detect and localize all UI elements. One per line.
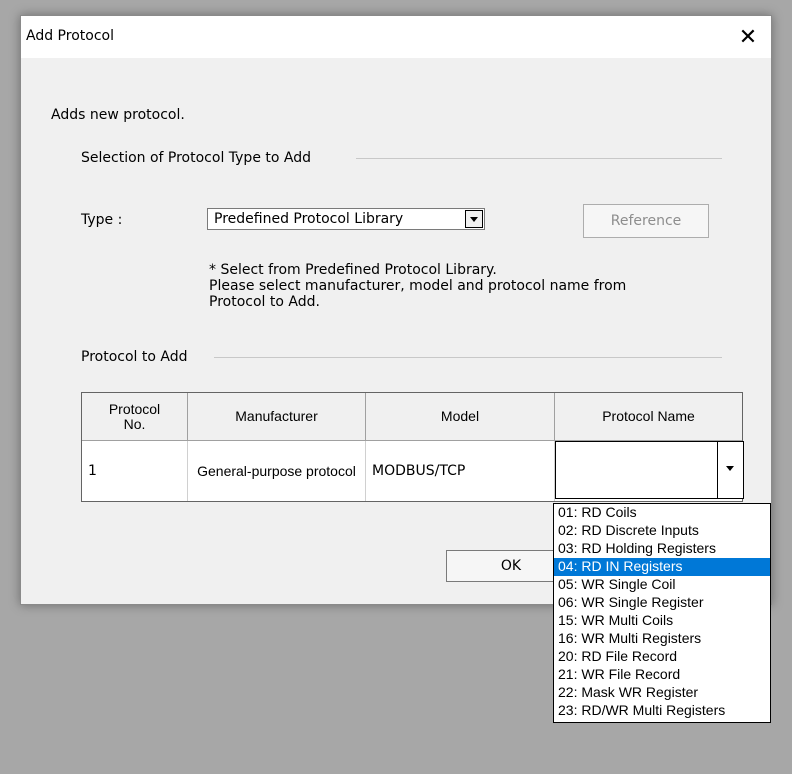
group-protocol-title: Protocol to Add: [81, 349, 188, 365]
type-select-value: Predefined Protocol Library: [214, 211, 404, 227]
type-label: Type :: [81, 212, 123, 228]
dialog-title: Add Protocol: [26, 28, 114, 44]
group-selection-divider: [356, 158, 722, 159]
reference-button[interactable]: Reference: [583, 204, 709, 238]
dropdown-option[interactable]: 04: RD IN Registers: [554, 558, 770, 576]
group-protocol-divider: [214, 357, 722, 358]
dropdown-option[interactable]: 21: WR File Record: [554, 666, 770, 684]
note-line-1: * Select from Predefined Protocol Librar…: [209, 262, 497, 278]
title-bar: Add Protocol ✕: [21, 16, 771, 58]
close-icon[interactable]: ✕: [725, 16, 771, 58]
note-text: * Select from Predefined Protocol Librar…: [209, 262, 626, 310]
cell-manufacturer: General-purpose protocol: [188, 441, 366, 501]
protocol-name-combo[interactable]: [555, 441, 744, 499]
header-protocol-name: Protocol Name: [555, 393, 742, 441]
cell-model: MODBUS/TCP: [366, 441, 555, 501]
protocol-name-dropdown[interactable]: 01: RD Coils 02: RD Discrete Inputs 03: RD…: [553, 503, 771, 723]
dropdown-option[interactable]: 22: Mask WR Register: [554, 684, 770, 702]
dropdown-option[interactable]: 02: RD Discrete Inputs: [554, 522, 770, 540]
protocol-table: Protocol No. Manufacturer Model Protocol…: [81, 392, 744, 502]
dropdown-option[interactable]: 20: RD File Record: [554, 648, 770, 666]
chevron-down-icon[interactable]: [465, 210, 483, 228]
chevron-down-icon[interactable]: [717, 442, 743, 498]
type-select[interactable]: Predefined Protocol Library: [207, 208, 485, 230]
dropdown-option[interactable]: 01: RD Coils: [554, 504, 770, 522]
dropdown-option[interactable]: 03: RD Holding Registers: [554, 540, 770, 558]
note-line-2: Please select manufacturer, model and pr…: [209, 278, 627, 294]
dropdown-option[interactable]: 23: RD/WR Multi Registers: [554, 702, 770, 720]
group-selection-title: Selection of Protocol Type to Add: [81, 150, 311, 166]
note-line-3: Protocol to Add.: [209, 294, 320, 310]
dropdown-option[interactable]: 05: WR Single Coil: [554, 576, 770, 594]
header-manufacturer: Manufacturer: [188, 393, 366, 441]
cell-protocol-no: 1: [82, 441, 188, 501]
header-model: Model: [366, 393, 555, 441]
dropdown-option[interactable]: 15: WR Multi Coils: [554, 612, 770, 630]
dialog-description: Adds new protocol.: [51, 107, 185, 123]
dropdown-option[interactable]: 06: WR Single Register: [554, 594, 770, 612]
dropdown-option[interactable]: 16: WR Multi Registers: [554, 630, 770, 648]
header-protocol-no: Protocol No.: [82, 393, 188, 441]
